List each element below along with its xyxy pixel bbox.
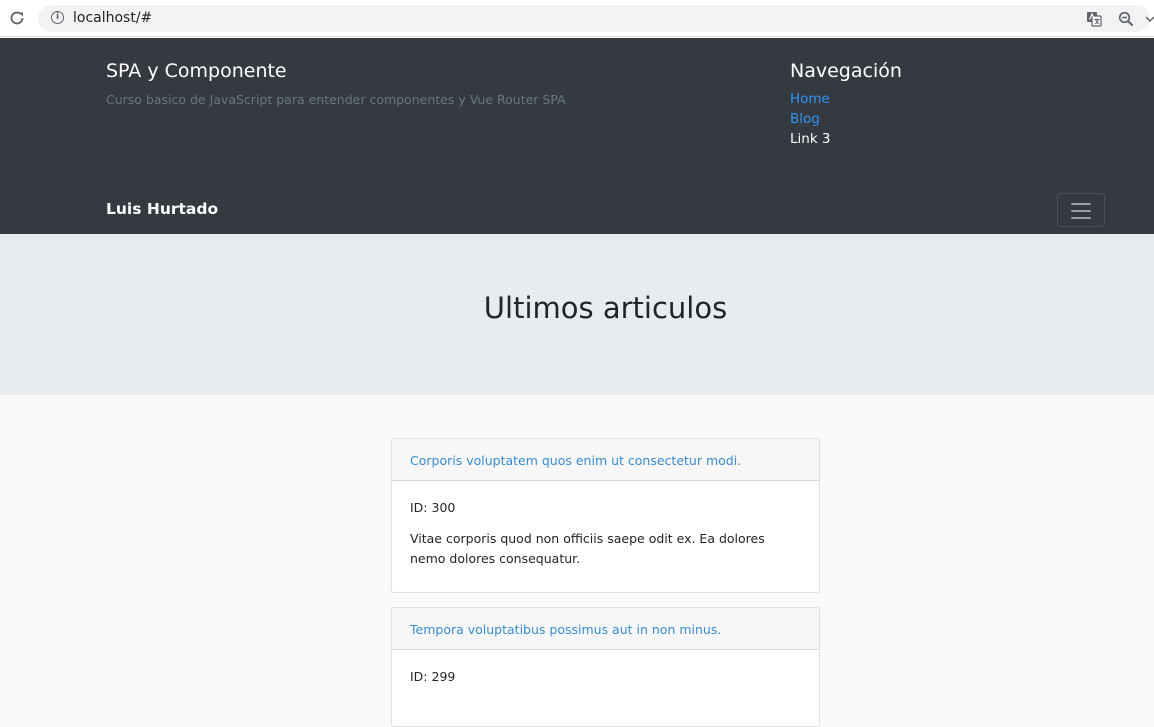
url-text[interactable]: localhost/# [73,10,152,26]
hamburger-icon [1071,203,1091,205]
nav-item-link-3: Link 3 [790,131,831,151]
navbar-brand[interactable]: Luis Hurtado [106,200,218,218]
site-title: SPA y Componente [106,60,287,82]
article-id: ID: 300 [410,500,456,515]
nav-item-home: Home [790,91,831,111]
article-body: Vitae corporis quod non officiis saepe o… [410,531,765,566]
jumbotron: Ultimos articulos [0,234,1154,395]
nav-list: Home Blog Link 3 [790,91,831,151]
card-header: Tempora voluptatibus possimus aut in non… [392,608,819,650]
article-id: ID: 299 [410,669,456,684]
navbar-toggler-button[interactable] [1057,193,1105,227]
nav-heading: Navegación [790,60,902,82]
address-bar[interactable] [38,5,1150,32]
info-icon[interactable]: i [51,11,64,24]
hamburger-icon [1071,217,1091,219]
reload-icon[interactable] [8,9,26,27]
nav-link-home[interactable]: Home [790,91,830,107]
nav-link-blog[interactable]: Blog [790,111,820,127]
page-title: Ultimos articulos [483,291,728,325]
nav-item-blog: Blog [790,111,831,131]
browser-toolbar: i localhost/# [0,0,1154,37]
hamburger-icon [1071,210,1091,212]
nav-link-link-3[interactable]: Link 3 [790,131,831,147]
card-header: Corporis voluptatem quos enim ut consect… [392,439,819,481]
translate-icon[interactable] [1086,11,1102,27]
site-description: Curso basico de JavaScript para entender… [106,92,566,107]
menu-caret-icon[interactable] [1146,16,1154,24]
article-title-link[interactable]: Corporis voluptatem quos enim ut consect… [410,453,741,468]
article-card: Corporis voluptatem quos enim ut consect… [391,438,820,593]
card-body: ID: 299 [392,650,819,684]
card-body: ID: 300 Vitae corporis quod non officiis… [392,481,819,569]
zoom-icon[interactable] [1118,11,1134,27]
site-header: SPA y Componente Curso basico de JavaScr… [0,38,1154,234]
article-title-link[interactable]: Tempora voluptatibus possimus aut in non… [410,622,721,637]
article-card: Tempora voluptatibus possimus aut in non… [391,607,820,727]
